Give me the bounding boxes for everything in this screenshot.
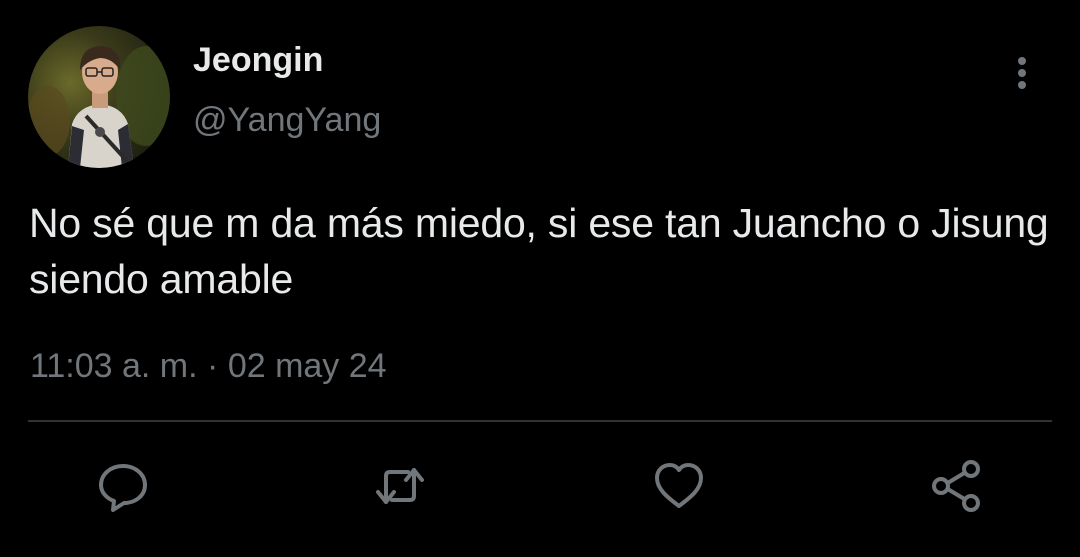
heart-icon [655, 463, 703, 508]
timestamp-separator: · [207, 347, 219, 385]
retweet-button[interactable] [372, 458, 428, 514]
reply-button[interactable] [95, 458, 151, 514]
tweet-time: 11:03 a. m. [30, 347, 198, 385]
user-handle[interactable]: @YangYang [193, 100, 381, 140]
more-vertical-icon [1018, 57, 1026, 89]
share-icon [932, 460, 980, 512]
like-button[interactable] [651, 458, 707, 514]
divider [28, 420, 1052, 422]
avatar-photo-icon [28, 26, 170, 168]
more-options-button[interactable] [1006, 52, 1038, 94]
reply-icon [99, 464, 147, 512]
tweet-date: 02 may 24 [227, 347, 387, 385]
tweet-text: No sé que m da más miedo, si ese tan Jua… [29, 200, 1049, 302]
display-name[interactable]: Jeongin [193, 40, 323, 80]
avatar[interactable] [28, 26, 170, 168]
retweet-icon [376, 468, 424, 504]
tweet-timestamp[interactable]: 11:03 a. m. · 02 may 24 [30, 346, 387, 386]
share-button[interactable] [928, 458, 984, 514]
